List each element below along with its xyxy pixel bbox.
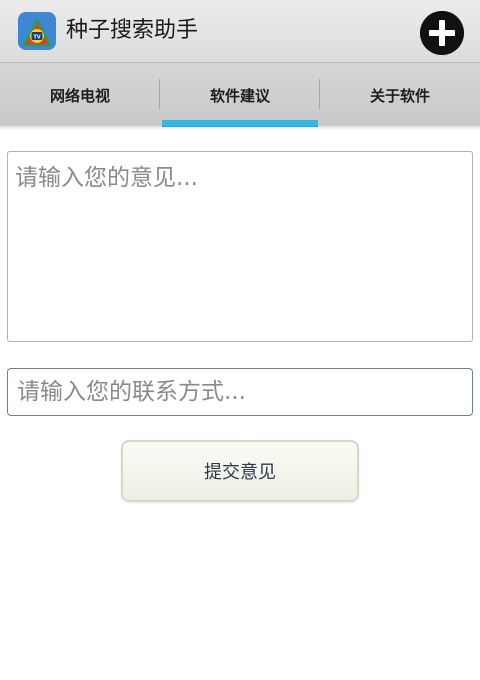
tab-network-tv[interactable]: 网络电视 [0, 63, 160, 127]
opinion-textarea[interactable] [7, 151, 473, 342]
app-root: TV 种子搜索助手 网络电视 软件建议 关于软件 提交意见 [0, 0, 480, 680]
tab-software-suggestion-label: 软件建议 [209, 86, 270, 105]
contact-input[interactable] [7, 368, 473, 416]
tab-bar-shadow [0, 126, 480, 130]
app-title: 种子搜索助手 [66, 18, 199, 43]
tab-bar: 网络电视 软件建议 关于软件 [0, 62, 480, 127]
tab-about-software-label: 关于软件 [369, 86, 430, 105]
plus-circle-icon [420, 11, 464, 55]
tv-app-icon: TV [18, 12, 56, 50]
tab-about-software[interactable]: 关于软件 [320, 63, 480, 127]
action-bar: TV 种子搜索助手 [0, 0, 480, 62]
submit-opinion-button[interactable]: 提交意见 [121, 440, 359, 502]
add-button[interactable] [420, 11, 464, 55]
svg-text:TV: TV [33, 35, 40, 41]
tab-software-suggestion[interactable]: 软件建议 [160, 63, 320, 127]
submit-opinion-label: 提交意见 [204, 462, 276, 483]
tab-network-tv-label: 网络电视 [49, 86, 110, 105]
